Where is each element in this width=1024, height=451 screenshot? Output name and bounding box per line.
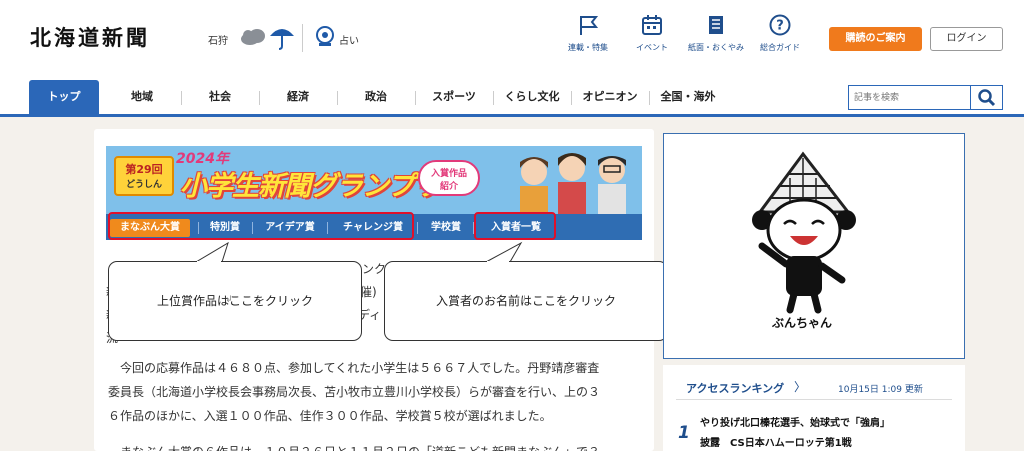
mascot-name: ぶんちゃん: [772, 316, 833, 330]
rank1-headline-line2[interactable]: 披露 CS日本ハムーロッテ第1戦: [700, 434, 852, 449]
article-paragraph-line3: ６作品のほかに、入選１００作品、佳作３００作品、学校賞５校が選ばれました。: [108, 409, 552, 423]
article-paragraph2-partial: まなぶん大賞の６作品は、１０月２６日と１１月２日の「道新こども新聞まなぶん」で３: [108, 441, 600, 451]
ranking-title[interactable]: アクセスランキング: [686, 380, 784, 396]
rank1-headline-line1[interactable]: やり投げ北口榛花選手、始球式で「強肩」: [700, 414, 890, 429]
article-paragraph-line1: 今回の応募作品は４６８０点、参加してくれた小学生は５６６７人でした。丹野靖彦審査: [108, 361, 600, 375]
article-paragraph-line2: 委員長（北海道小学校長会事務局次長、苫小牧市立豊川小学校長）らが審査を行い、上の…: [108, 385, 601, 399]
chevron-right-icon[interactable]: 〉: [794, 378, 806, 395]
rank-number: 1: [678, 423, 690, 443]
ranking-divider: [676, 399, 952, 400]
ranking-updated-time: 10月15日 1:09 更新: [838, 385, 923, 395]
